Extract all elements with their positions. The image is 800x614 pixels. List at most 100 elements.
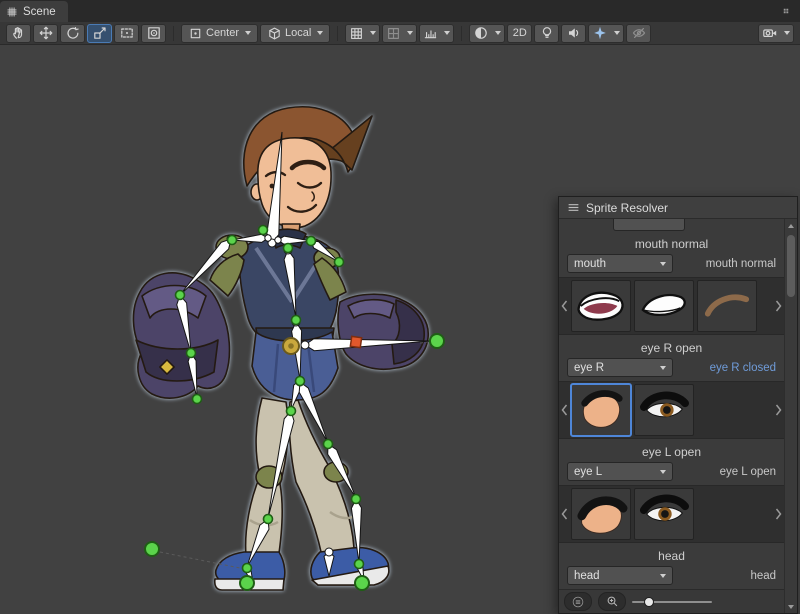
category-dropdown-mouth[interactable]: mouth (567, 254, 673, 273)
section-header-eye-r: eye R open (559, 341, 784, 355)
category-label: head (574, 570, 600, 582)
category-label: eye L (574, 466, 602, 478)
dropdown-caret-icon (370, 31, 376, 35)
selected-bone-marker[interactable] (350, 336, 361, 347)
transform-icon (146, 25, 162, 41)
shading-mode-dropdown[interactable] (469, 24, 505, 43)
category-label: mouth (574, 258, 606, 270)
effects-icon (592, 25, 608, 41)
sprite-thumb-mouth-1[interactable] (571, 280, 631, 332)
scene-visibility-button[interactable] (626, 24, 651, 43)
sprite-strip-mouth (559, 277, 784, 335)
partial-dropdown[interactable] (613, 219, 685, 231)
category-dropdown-eye-r[interactable]: eye R (567, 358, 673, 377)
lighting-toggle-button[interactable] (534, 24, 559, 43)
dropdown-caret-icon (407, 31, 413, 35)
snap-increment-dropdown[interactable] (419, 24, 454, 43)
panel-title: Sprite Resolver (586, 201, 668, 215)
camera-settings-dropdown[interactable] (758, 24, 794, 43)
hand-tool-button[interactable] (6, 24, 31, 43)
zoom-icon (606, 595, 619, 608)
dropdown-caret-icon (614, 31, 620, 35)
effects-dropdown[interactable] (588, 24, 624, 43)
hand-icon (11, 25, 27, 41)
dropdown-caret-icon (660, 262, 666, 266)
sprite-thumb-mouth-2[interactable] (634, 280, 694, 332)
dropdown-caret-icon (495, 31, 501, 35)
dropdown-caret-icon (317, 31, 323, 35)
chevron-left-icon[interactable] (561, 404, 568, 416)
grid-snap-dropdown[interactable] (345, 24, 380, 43)
transform-tool-button[interactable] (141, 24, 166, 43)
pivot-mode-dropdown[interactable]: Center (181, 24, 258, 43)
move-icon (38, 25, 54, 41)
slider-handle[interactable] (644, 597, 654, 607)
chevron-left-icon[interactable] (561, 508, 568, 520)
tab-options-icon[interactable] (777, 3, 795, 19)
scroll-up-button[interactable] (785, 219, 797, 232)
toolbar-separator (173, 26, 174, 41)
zoom-button[interactable] (598, 592, 626, 611)
chevron-left-icon[interactable] (561, 300, 568, 312)
panel-scrollbar[interactable] (784, 219, 797, 613)
dropdown-caret-icon (660, 470, 666, 474)
scene-grid-icon (6, 6, 18, 18)
current-sprite-label-eye-l: eye L open (720, 466, 776, 478)
current-sprite-label-eye-r[interactable]: eye R closed (710, 362, 776, 374)
rect-icon (119, 25, 135, 41)
toggle-2d-button[interactable]: 2D (507, 24, 532, 43)
thumbnail-zoom-slider[interactable] (632, 596, 712, 608)
sprite-thumb-mouth-3[interactable] (697, 280, 757, 332)
section-header-mouth: mouth normal (559, 237, 784, 251)
chevron-right-icon[interactable] (775, 404, 782, 416)
dropdown-caret-icon (245, 31, 251, 35)
sprite-strip-eye-l (559, 485, 784, 543)
panel-bottom-bar (559, 589, 784, 613)
scale-tool-button[interactable] (87, 24, 112, 43)
visibility-icon (631, 25, 647, 41)
dropdown-caret-icon (660, 366, 666, 370)
move-tool-button[interactable] (33, 24, 58, 43)
triangle-down-icon (788, 605, 794, 609)
rotate-tool-button[interactable] (60, 24, 85, 43)
rect-tool-button[interactable] (114, 24, 139, 43)
scroll-down-button[interactable] (785, 600, 797, 613)
shading-mode-icon (473, 25, 489, 41)
current-sprite-label-head: head (750, 570, 776, 582)
camera-icon (762, 25, 778, 41)
section-header-eye-l: eye L open (559, 445, 784, 459)
scene-tab-label: Scene (23, 6, 56, 18)
sprite-thumb-eye-r-closed[interactable] (571, 384, 631, 436)
grid-visual-dropdown[interactable] (382, 24, 417, 43)
unity-scene-window: Scene Center (0, 0, 800, 614)
resolver-menu-button[interactable] (564, 592, 592, 611)
pivot-mode-label: Center (206, 27, 239, 39)
cube-icon (267, 26, 282, 41)
dropdown-caret-icon (660, 574, 666, 578)
chevron-right-icon[interactable] (775, 300, 782, 312)
category-dropdown-eye-l[interactable]: eye L (567, 462, 673, 481)
sprite-thumb-eye-r-open[interactable] (634, 384, 694, 436)
tab-scene[interactable]: Scene (0, 1, 68, 22)
grid-visual-icon (386, 26, 401, 41)
scale-icon (92, 25, 108, 41)
sprite-resolver-titlebar[interactable]: Sprite Resolver (559, 197, 797, 219)
orientation-dropdown[interactable]: Local (260, 24, 330, 43)
snap-increment-icon (423, 26, 438, 41)
root-pivot-gizmo[interactable] (283, 338, 299, 354)
rotate-icon (65, 25, 81, 41)
dropdown-caret-icon (444, 31, 450, 35)
menu-icon (567, 201, 580, 214)
current-sprite-label-mouth: mouth normal (706, 258, 776, 270)
section-header-head: head (559, 549, 784, 563)
sprite-thumb-eye-l-open[interactable] (634, 488, 694, 540)
sprite-thumb-eye-l-brow[interactable] (571, 488, 631, 540)
toolbar-separator (337, 26, 338, 41)
scrollbar-thumb[interactable] (787, 235, 795, 297)
toolbar-separator (461, 26, 462, 41)
scene-toolbar: Center Local 2D (0, 22, 800, 45)
audio-toggle-button[interactable] (561, 24, 586, 43)
category-label: eye R (574, 362, 604, 374)
category-dropdown-head[interactable]: head (567, 566, 673, 585)
chevron-right-icon[interactable] (775, 508, 782, 520)
